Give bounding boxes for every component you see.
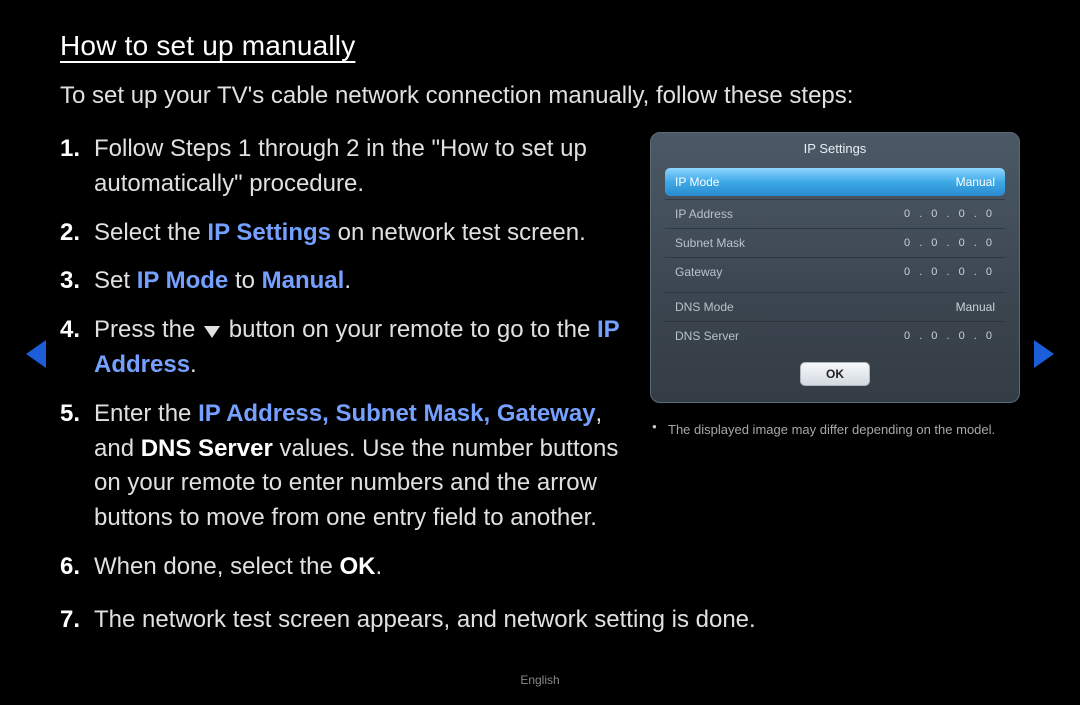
- row-label: IP Address: [675, 207, 733, 221]
- panel-note: The displayed image may differ depending…: [650, 421, 1020, 439]
- text: to: [228, 267, 261, 294]
- manual-page: How to set up manually To set up your TV…: [0, 0, 1080, 705]
- row-subnet-mask[interactable]: Subnet Mask 0 . 0 . 0 . 0: [665, 228, 1005, 257]
- step-number: 3.: [60, 264, 94, 299]
- step-6: 6. When done, select the OK.: [60, 550, 626, 585]
- row-value: 0 . 0 . 0 . 0: [904, 237, 995, 249]
- manual-ref: Manual: [262, 267, 345, 294]
- text: Select the: [94, 219, 207, 246]
- fields-ref: IP Address, Subnet Mask, Gateway: [198, 400, 595, 427]
- dns-server-ref: DNS Server: [141, 435, 273, 462]
- step-number: 6.: [60, 550, 94, 585]
- step-5: 5. Enter the IP Address, Subnet Mask, Ga…: [60, 397, 626, 536]
- step-body: Select the IP Settings on network test s…: [94, 216, 626, 251]
- step-7: 7. The network test screen appears, and …: [60, 603, 1020, 638]
- text: Enter the: [94, 400, 198, 427]
- step-number: 4.: [60, 313, 94, 383]
- row-value: 0 . 0 . 0 . 0: [904, 208, 995, 220]
- panel-title: IP Settings: [665, 133, 1005, 166]
- page-title: How to set up manually: [60, 30, 1020, 62]
- row-ip-address[interactable]: IP Address 0 . 0 . 0 . 0: [665, 199, 1005, 228]
- step-2: 2. Select the IP Settings on network tes…: [60, 216, 626, 251]
- row-value: Manual: [956, 300, 995, 314]
- step-4: 4. Press the button on your remote to go…: [60, 313, 626, 383]
- row-label: DNS Mode: [675, 300, 734, 314]
- text: on network test screen.: [331, 219, 586, 246]
- step-body: When done, select the OK.: [94, 550, 626, 585]
- text: .: [344, 267, 351, 294]
- text: .: [190, 351, 197, 378]
- row-value: 0 . 0 . 0 . 0: [904, 330, 995, 342]
- ip-settings-ref: IP Settings: [207, 219, 331, 246]
- ok-ref: OK: [339, 553, 375, 580]
- step-body: Enter the IP Address, Subnet Mask, Gatew…: [94, 397, 626, 536]
- text: .: [375, 553, 382, 580]
- row-label: Gateway: [675, 265, 722, 279]
- step-body: Press the button on your remote to go to…: [94, 313, 626, 383]
- row-gateway[interactable]: Gateway 0 . 0 . 0 . 0: [665, 257, 1005, 286]
- row-label: IP Mode: [675, 175, 719, 189]
- down-arrow-icon: [204, 326, 220, 338]
- step-number: 7.: [60, 603, 94, 638]
- row-dns-server[interactable]: DNS Server 0 . 0 . 0 . 0: [665, 321, 1005, 350]
- step-3: 3. Set IP Mode to Manual.: [60, 264, 626, 299]
- side-column: IP Settings IP Mode Manual IP Address 0 …: [650, 132, 1020, 599]
- step-number: 5.: [60, 397, 94, 536]
- step-1: 1. Follow Steps 1 through 2 in the "How …: [60, 132, 626, 202]
- row-value: 0 . 0 . 0 . 0: [904, 266, 995, 278]
- ok-button[interactable]: OK: [800, 362, 870, 386]
- text: button on your remote to go to the: [222, 316, 597, 343]
- step-number: 1.: [60, 132, 94, 202]
- row-dns-mode[interactable]: DNS Mode Manual: [665, 292, 1005, 321]
- text: Press the: [94, 316, 202, 343]
- footer-language: English: [0, 673, 1080, 687]
- step-body: The network test screen appears, and net…: [94, 603, 1020, 638]
- row-label: DNS Server: [675, 329, 739, 343]
- steps-list: 1. Follow Steps 1 through 2 in the "How …: [60, 132, 626, 599]
- row-ip-mode[interactable]: IP Mode Manual: [665, 168, 1005, 196]
- row-value: Manual: [956, 175, 995, 189]
- intro-text: To set up your TV's cable network connec…: [60, 82, 1020, 110]
- ip-settings-panel: IP Settings IP Mode Manual IP Address 0 …: [650, 132, 1020, 403]
- row-label: Subnet Mask: [675, 236, 745, 250]
- step-body: Set IP Mode to Manual.: [94, 264, 626, 299]
- step-body: Follow Steps 1 through 2 in the "How to …: [94, 132, 626, 202]
- text: When done, select the: [94, 553, 339, 580]
- steps-list-lower: 7. The network test screen appears, and …: [60, 603, 1020, 638]
- step-number: 2.: [60, 216, 94, 251]
- text: Set: [94, 267, 137, 294]
- ip-mode-ref: IP Mode: [137, 267, 229, 294]
